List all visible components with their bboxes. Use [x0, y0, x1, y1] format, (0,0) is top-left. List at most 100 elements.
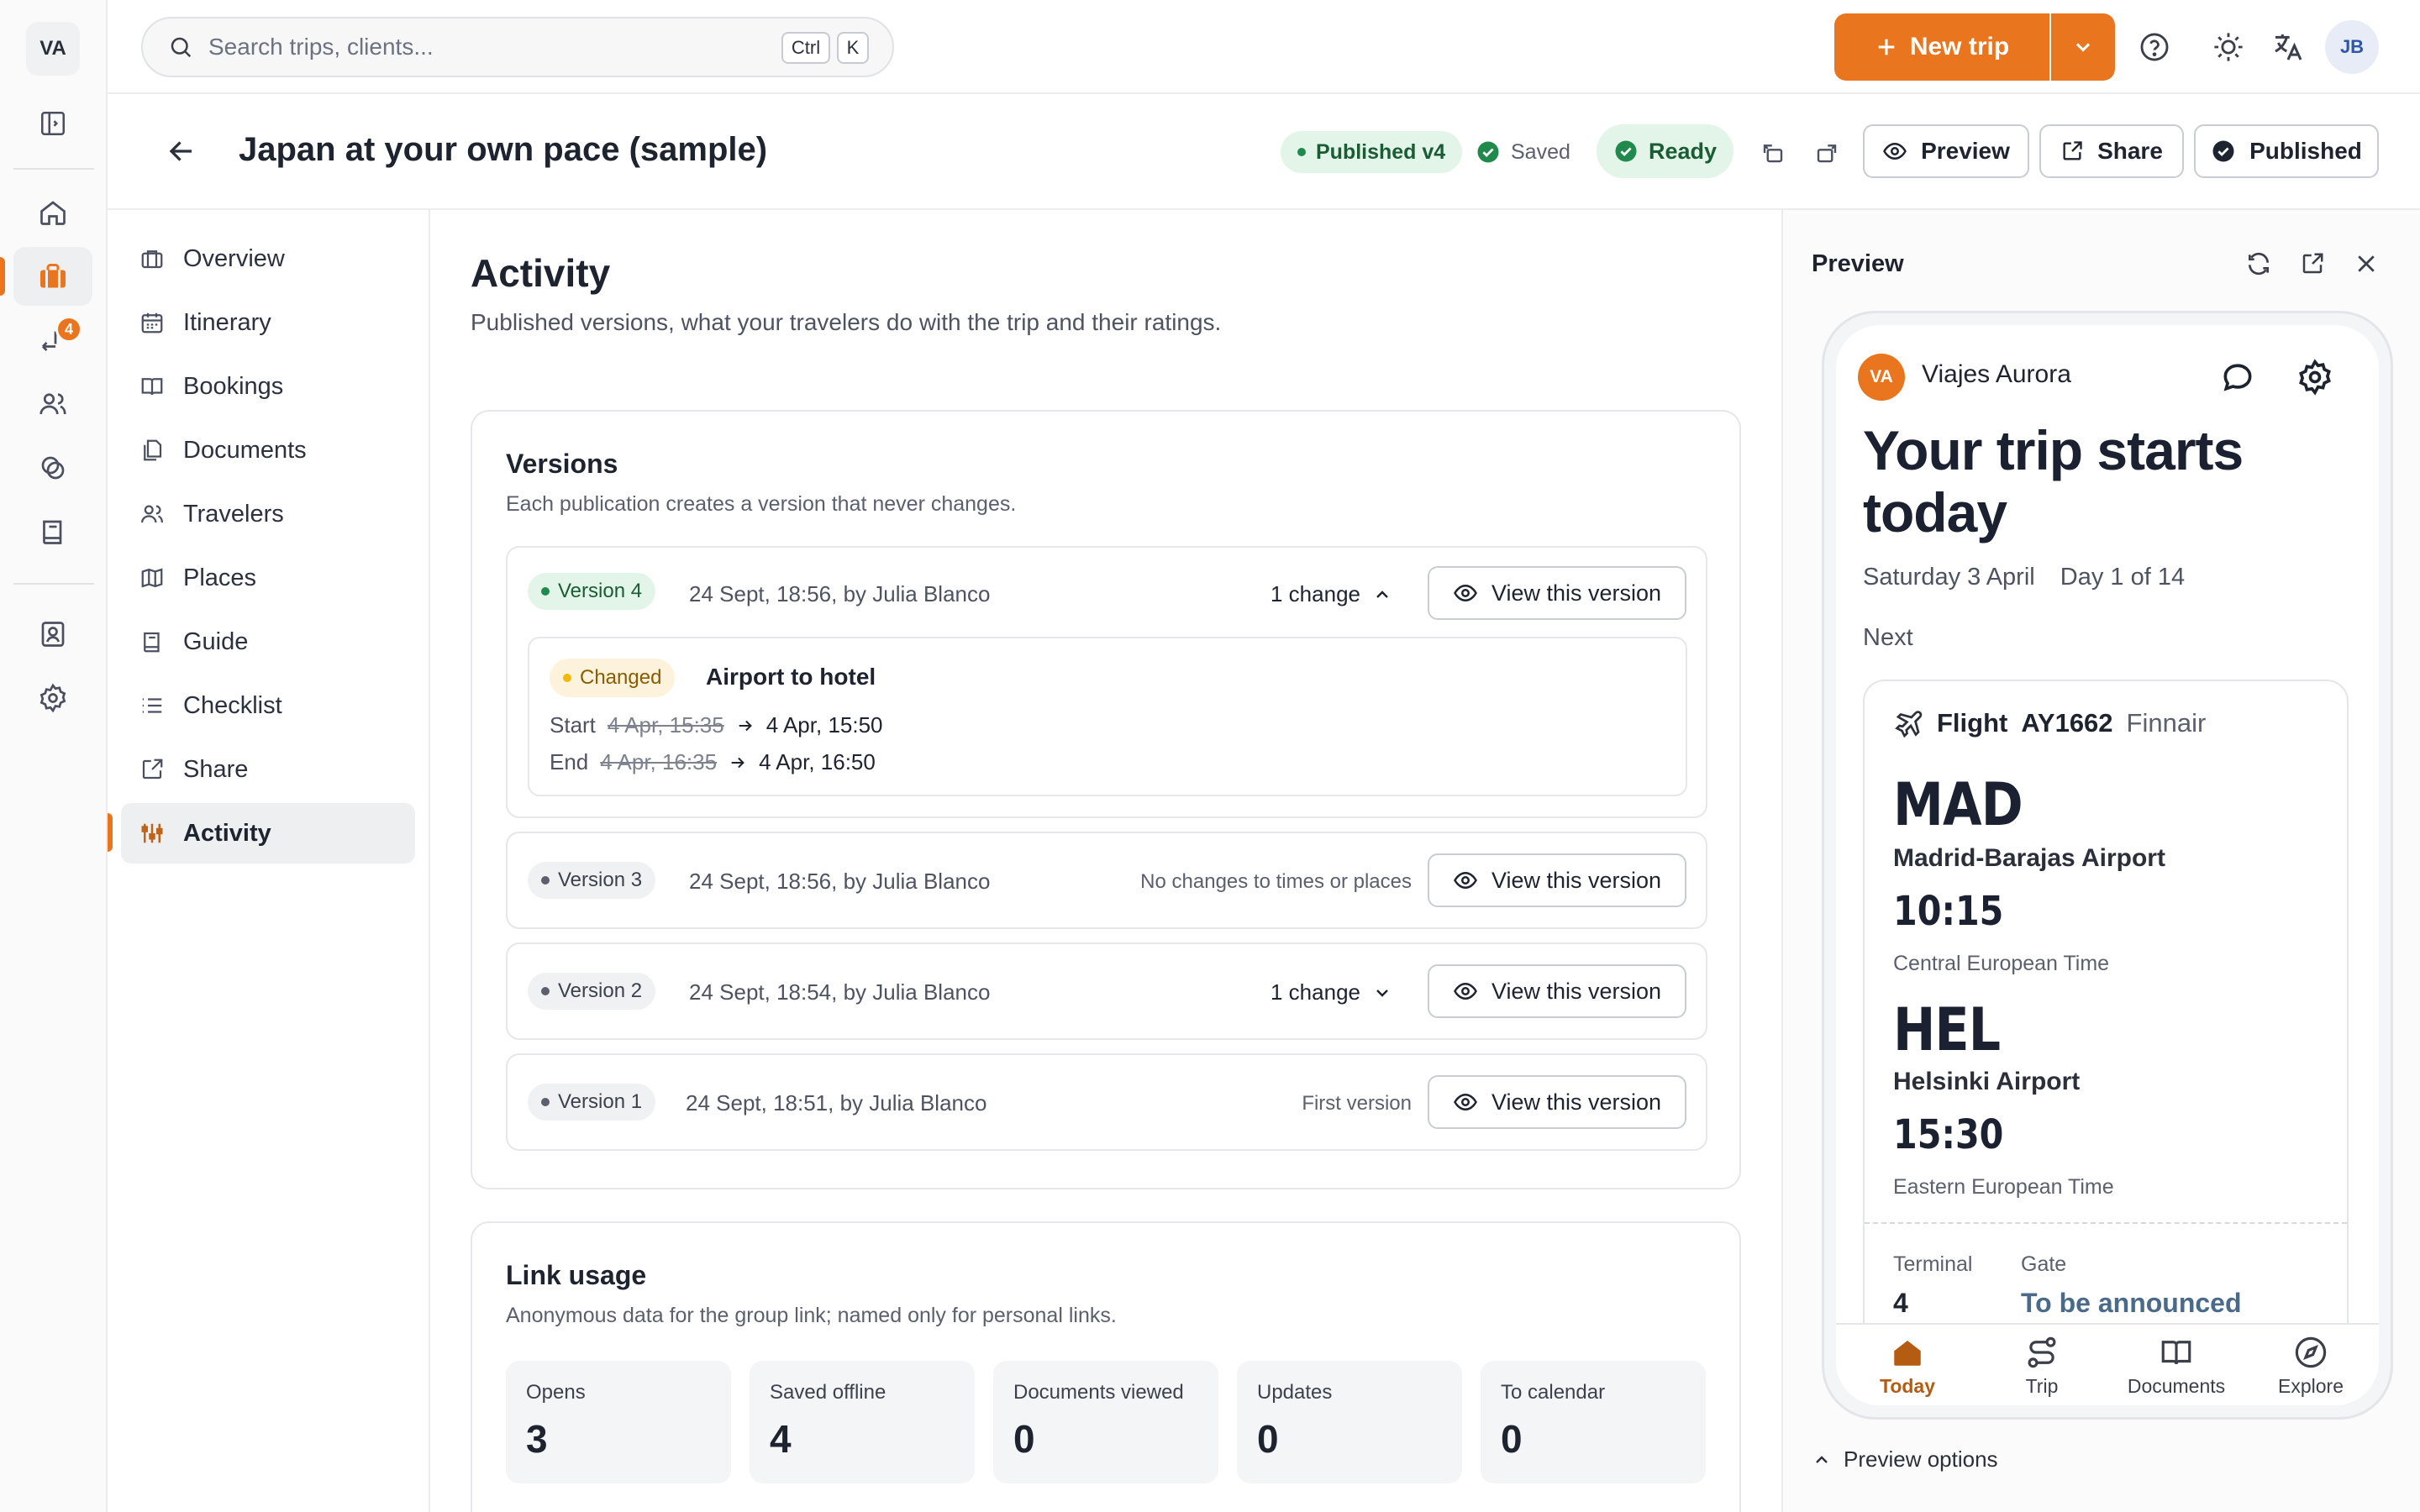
rail-home-button[interactable]	[13, 183, 92, 242]
nav-item-label: Travelers	[183, 500, 284, 528]
close-icon[interactable]	[2348, 245, 2385, 282]
page-title: Japan at your own pace (sample)	[239, 131, 768, 168]
view-version-button[interactable]: View this version	[1428, 566, 1686, 620]
tab-trip[interactable]: Trip	[1979, 1335, 2105, 1398]
briefcase-icon	[139, 246, 165, 271]
view-version-button[interactable]: View this version	[1428, 964, 1686, 1018]
nav-item-places[interactable]: Places	[121, 548, 415, 608]
ready-status[interactable]: Ready	[1597, 124, 1734, 178]
sidebar-toggle-icon[interactable]	[13, 94, 92, 153]
nav-item-checklist[interactable]: Checklist	[121, 675, 415, 736]
nav-item-documents[interactable]: Documents	[121, 420, 415, 480]
end-label: End	[550, 749, 589, 774]
nav-item-activity[interactable]: Activity	[121, 803, 415, 864]
settings-icon[interactable]	[2293, 355, 2337, 399]
view-version-button[interactable]: View this version	[1428, 853, 1686, 907]
nav-item-bookings[interactable]: Bookings	[121, 356, 415, 417]
search-input[interactable]	[208, 34, 763, 60]
stat-documents-viewed: Documents viewed 0	[993, 1361, 1218, 1483]
divider	[1865, 1222, 2347, 1224]
nav-item-share[interactable]: Share	[121, 739, 415, 800]
tab-documents[interactable]: Documents	[2113, 1335, 2239, 1398]
chat-bubble-icon[interactable]	[2216, 355, 2260, 399]
link-usage-title: Link usage	[506, 1260, 647, 1290]
flight-card[interactable]: Flight AY1662 Finnair MAD Madrid-Barajas…	[1863, 680, 2349, 1405]
stat-value: 0	[1013, 1417, 1035, 1461]
trip-date: Saturday 3 April	[1863, 564, 2035, 591]
preview-button[interactable]: Preview	[1863, 124, 2029, 178]
route-icon	[2024, 1335, 2060, 1370]
user-avatar[interactable]: JB	[2325, 20, 2379, 74]
nav-item-label: Places	[183, 564, 257, 591]
rail-trips-button[interactable]	[13, 247, 92, 306]
rail-templates-button[interactable]	[13, 438, 92, 497]
trip-date-line: Saturday 3 April Day 1 of 14	[1863, 564, 2185, 591]
end-old-value: 4 Apr, 16:35	[600, 749, 718, 774]
new-trip-button[interactable]: New trip	[1834, 13, 2049, 81]
notification-badge: 4	[55, 316, 82, 343]
refresh-icon[interactable]	[2240, 245, 2277, 282]
rail-contacts-button[interactable]	[13, 605, 92, 664]
home-icon	[38, 197, 68, 228]
nav-active-indicator	[108, 813, 113, 852]
agency-logo[interactable]: VA	[26, 22, 80, 76]
version-badge: Version 3	[528, 862, 656, 899]
nav-item-overview[interactable]: Overview	[121, 228, 415, 289]
change-detail: Changed Airport to hotel Start 4 Apr, 15…	[528, 637, 1687, 796]
rail-transfers-button[interactable]	[13, 311, 92, 370]
section-title: Activity	[471, 251, 611, 295]
rail-settings-button[interactable]	[13, 669, 92, 727]
view-version-button[interactable]: View this version	[1428, 1075, 1686, 1129]
change-toggle[interactable]: 1 change	[1270, 979, 1392, 1005]
version-badge: Version 2	[528, 973, 656, 1010]
chevron-up-icon	[1812, 1450, 1832, 1470]
preview-options-toggle[interactable]: Preview options	[1812, 1446, 1998, 1473]
stat-saved-offline: Saved offline 4	[750, 1361, 975, 1483]
origin-timezone: Central European Time	[1893, 952, 2110, 975]
published-label: Published	[2249, 138, 2362, 164]
back-arrow-icon[interactable]	[158, 128, 205, 175]
external-link-icon[interactable]	[2294, 245, 2331, 282]
nav-item-guide[interactable]: Guide	[121, 612, 415, 672]
users-icon	[139, 501, 165, 527]
destination-code: HEL	[1893, 995, 2001, 1064]
new-trip-dropdown-button[interactable]	[2051, 13, 2115, 81]
nav-item-label: Checklist	[183, 691, 282, 719]
share-button[interactable]: Share	[2039, 124, 2184, 178]
eye-icon	[1453, 580, 1478, 606]
version-badge-label: Version 2	[558, 979, 643, 1002]
nav-item-itinerary[interactable]: Itinerary	[121, 292, 415, 353]
version-row: Version 4 24 Sept, 18:56, by Julia Blanc…	[506, 546, 1707, 818]
search-icon	[168, 34, 193, 60]
eye-icon	[1453, 868, 1478, 893]
stat-value: 3	[526, 1417, 548, 1461]
copy-icon	[38, 453, 68, 483]
tab-today[interactable]: Today	[1844, 1335, 1970, 1398]
tab-label: Documents	[2127, 1375, 2226, 1397]
view-version-label: View this version	[1491, 978, 1662, 1004]
version-badge-label: Version 1	[558, 1090, 643, 1113]
rail-library-button[interactable]	[13, 502, 92, 561]
change-toggle[interactable]: 1 change	[1270, 581, 1392, 607]
tab-explore[interactable]: Explore	[2248, 1335, 2374, 1398]
version-row: Version 1 24 Sept, 18:51, by Julia Blanc…	[506, 1053, 1707, 1151]
gate-value: To be announced	[2021, 1288, 2242, 1318]
stat-label: Opens	[526, 1381, 586, 1404]
section-subtitle: Published versions, what your travelers …	[471, 309, 1222, 335]
redo-icon[interactable]	[1810, 136, 1844, 170]
theme-toggle-sun-icon[interactable]	[2205, 24, 2252, 71]
rail-clients-button[interactable]	[13, 375, 92, 433]
start-label: Start	[550, 712, 596, 738]
nav-item-travelers[interactable]: Travelers	[121, 484, 415, 544]
language-icon[interactable]	[2265, 24, 2312, 71]
change-start-row: Start 4 Apr, 15:35 4 Apr, 15:50	[550, 712, 883, 738]
rail-active-indicator	[0, 257, 5, 296]
help-icon[interactable]	[2131, 24, 2178, 71]
global-search[interactable]: Ctrl K	[141, 17, 894, 77]
published-button[interactable]: Published	[2194, 124, 2379, 178]
book-icon	[38, 517, 68, 547]
top-bar: Ctrl K New trip JB	[108, 0, 2420, 94]
trip-section-nav: Overview Itinerary Bookings Documents Tr…	[108, 210, 430, 1512]
change-summary: 1 change	[1270, 979, 1360, 1005]
undo-icon[interactable]	[1756, 136, 1790, 170]
